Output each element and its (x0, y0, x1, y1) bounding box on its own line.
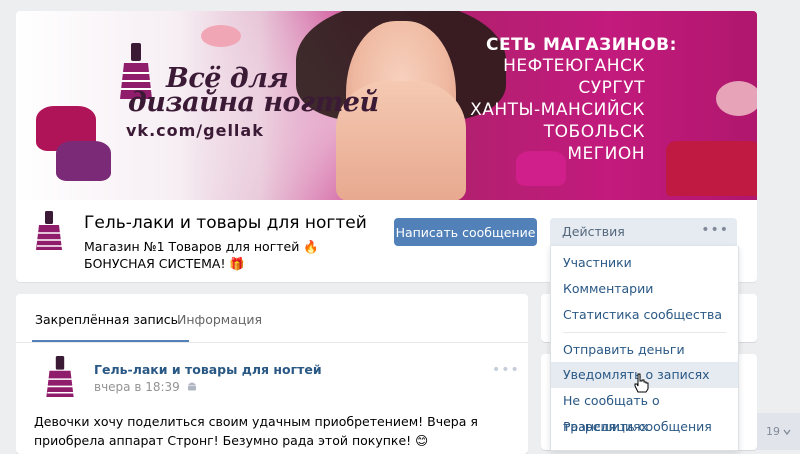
cover-city: НЕФТЕЮГАНСК (503, 56, 645, 76)
menu-item-allow-messages[interactable]: Разрешить сообщения (551, 414, 738, 440)
actions-dropdown-menu: Участники Комментарии Статистика сообщес… (550, 246, 739, 451)
cover-network-title: СЕТЬ МАГАЗИНОВ: (486, 35, 677, 55)
cover-city: ХАНТЫ-МАНСИЙСК (470, 100, 645, 120)
counter-value: 19 (766, 425, 780, 438)
cover-city: ТОБОЛЬСК (543, 122, 645, 142)
post-timestamp[interactable]: вчера в 18:39 (94, 380, 197, 394)
post-time-text: вчера в 18:39 (94, 380, 180, 394)
group-name: Гель-лаки и товары для ногтей (84, 213, 367, 233)
post-author-avatar[interactable] (44, 356, 76, 398)
actions-button-label: Действия (562, 224, 625, 239)
more-dots-icon: ••• (701, 222, 729, 238)
cover-banner[interactable]: Всё для дизайна ногтей vk.com/gellak СЕТ… (16, 11, 757, 200)
uv-lamp (666, 141, 757, 196)
group-status: Магазин №1 Товаров для ногтей 🔥 БОНУСНАЯ… (84, 239, 319, 271)
active-tab-underline (32, 340, 189, 342)
hand-cursor-icon (634, 373, 649, 393)
post-text: Девочки хочу поделиться своим удачным пр… (34, 414, 478, 448)
wall-tabs: Закреплённая запись Информация (16, 294, 528, 343)
tab-pinned-post[interactable]: Закреплённая запись (35, 312, 178, 327)
menu-item-statistics[interactable]: Статистика сообщества (551, 302, 738, 328)
tab-information[interactable]: Информация (177, 312, 262, 327)
post-more-icon[interactable]: ••• (492, 362, 520, 378)
android-icon (187, 382, 196, 391)
post-author-link[interactable]: Гель-лаки и товары для ногтей (94, 362, 322, 377)
menu-item-members[interactable]: Участники (551, 250, 738, 276)
menu-item-comments[interactable]: Комментарии (551, 276, 738, 302)
scroll-counter-badge[interactable]: 19 (757, 413, 800, 450)
write-message-button[interactable]: Написать сообщение (394, 218, 537, 246)
cover-city: СУРГУТ (578, 78, 645, 98)
menu-divider (563, 332, 726, 333)
decorative-dish (201, 25, 241, 47)
cover-brand-line2: дизайна ногтей (128, 87, 379, 118)
cover-brand-text: Всё для дизайна ногтей (128, 65, 379, 116)
chevron-down-icon (783, 429, 791, 435)
cover-site-url: vk.com/gellak (126, 121, 264, 140)
cover-cities-list: НЕФТЕЮГАНСК СУРГУТ ХАНТЫ-МАНСИЙСК ТОБОЛЬ… (470, 55, 645, 165)
group-avatar[interactable] (34, 211, 64, 251)
actions-button[interactable]: Действия ••• (550, 218, 737, 246)
cover-city: МЕГИОН (567, 144, 645, 164)
menu-item-send-money[interactable]: Отправить деньги (551, 337, 738, 363)
decorative-dish (716, 81, 757, 116)
nail-polish-bottle (56, 141, 111, 181)
